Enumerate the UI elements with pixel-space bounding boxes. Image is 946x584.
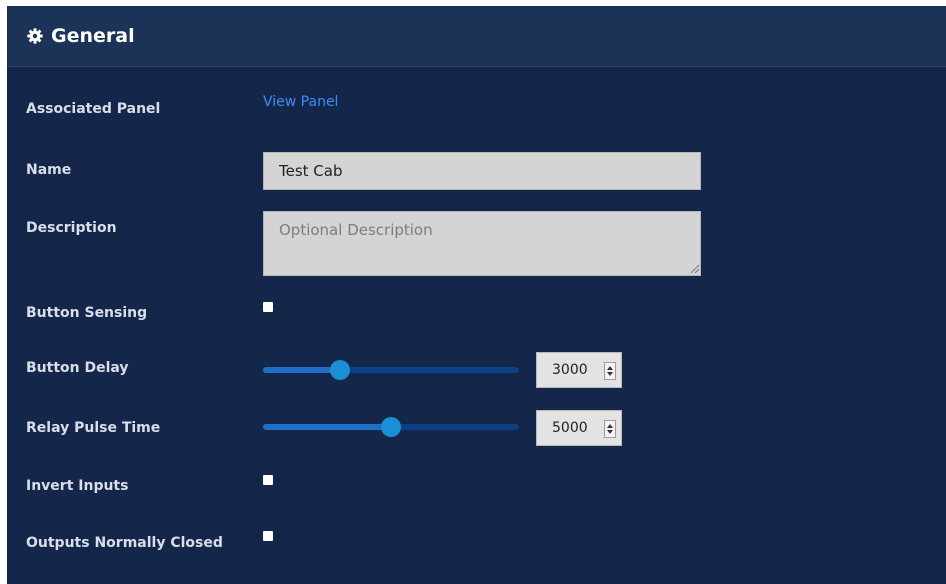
spin-up-icon[interactable]: [607, 424, 613, 428]
relay-pulse-time-value: 5000: [552, 420, 588, 436]
invert-inputs-checkbox[interactable]: [263, 475, 273, 485]
spin-up-icon[interactable]: [607, 366, 613, 370]
button-delay-number-input[interactable]: 3000: [536, 352, 622, 388]
gear-icon: [27, 28, 43, 44]
name-label: Name: [26, 162, 72, 178]
slider-thumb[interactable]: [329, 360, 350, 380]
outputs-normally-closed-label: Outputs Normally Closed: [26, 535, 223, 551]
slider-fill: [263, 367, 340, 373]
name-input[interactable]: [263, 152, 701, 190]
relay-pulse-time-slider[interactable]: [263, 417, 519, 437]
view-panel-link[interactable]: View Panel: [263, 94, 338, 110]
panel-header: General: [7, 6, 946, 67]
button-delay-spinner[interactable]: [604, 362, 616, 380]
spin-down-icon[interactable]: [607, 372, 613, 376]
button-delay-slider[interactable]: [263, 360, 519, 380]
button-sensing-label: Button Sensing: [26, 305, 148, 321]
slider-track: [263, 367, 519, 373]
button-delay-value: 3000: [552, 362, 588, 378]
relay-pulse-time-spinner[interactable]: [604, 420, 616, 438]
associated-panel-label: Associated Panel: [26, 101, 161, 117]
relay-pulse-time-label: Relay Pulse Time: [26, 420, 161, 436]
spin-down-icon[interactable]: [607, 430, 613, 434]
description-label: Description: [26, 220, 117, 236]
panel-title: General: [27, 25, 135, 47]
description-textarea[interactable]: [263, 211, 701, 276]
slider-thumb[interactable]: [381, 417, 401, 437]
invert-inputs-label: Invert Inputs: [26, 478, 129, 494]
button-sensing-checkbox[interactable]: [263, 302, 273, 312]
relay-pulse-time-number-input[interactable]: 5000: [536, 410, 622, 446]
outputs-normally-closed-checkbox[interactable]: [263, 531, 273, 541]
button-delay-label: Button Delay: [26, 360, 129, 376]
slider-fill: [263, 424, 391, 430]
resize-grip-icon[interactable]: [688, 262, 700, 274]
general-settings-panel: General Associated Panel View Panel Name…: [7, 6, 946, 584]
panel-title-text: General: [51, 25, 135, 47]
